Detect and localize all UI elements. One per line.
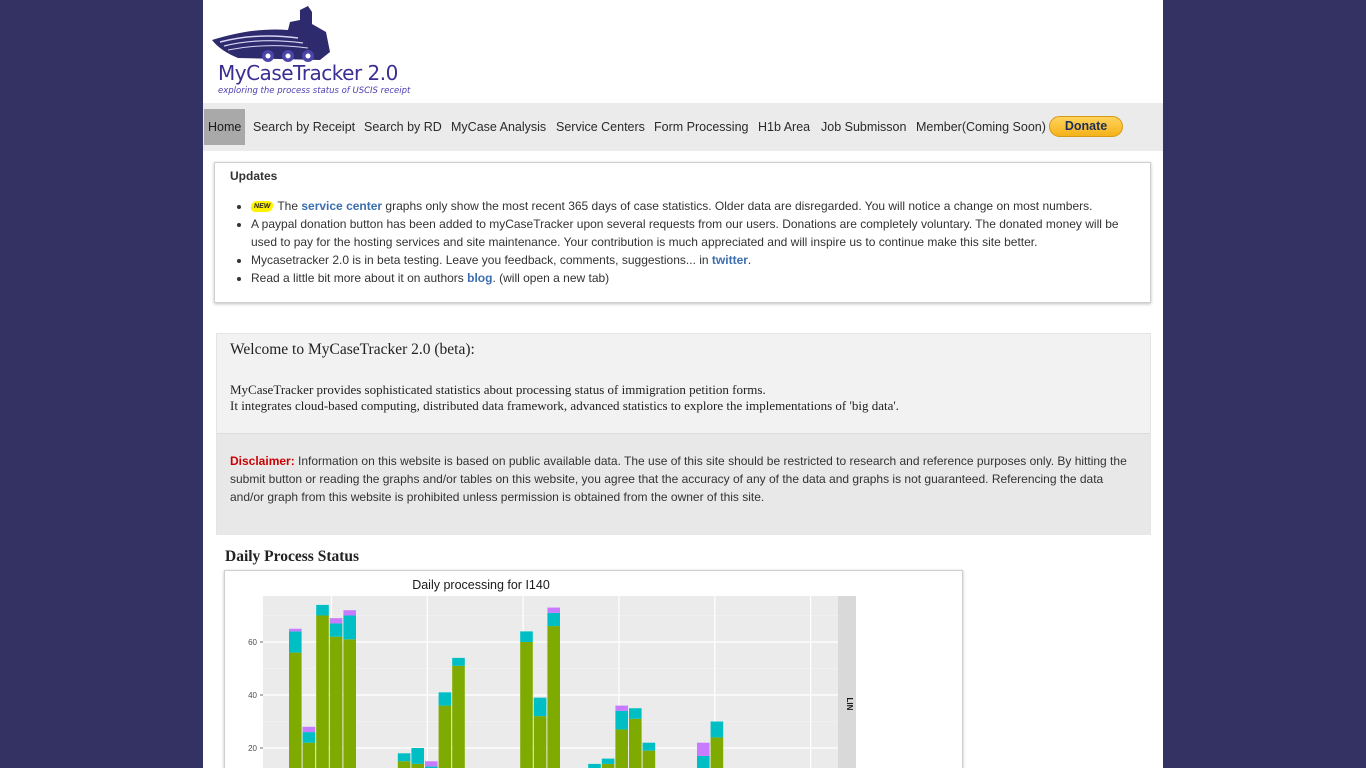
bar-segment-green (601, 763, 615, 768)
list-item: Mycasetracker 2.0 is in beta testing. Le… (251, 251, 1141, 269)
updates-heading: Updates (230, 169, 278, 183)
nav-search-by-rd[interactable]: Search by RD (364, 109, 442, 145)
bar-segment-purple (289, 628, 302, 632)
site-logo[interactable]: MyCaseTracker 2.0 exploring the process … (208, 2, 423, 100)
bar-segment-purple (615, 705, 628, 711)
bar-segment-green (438, 705, 452, 768)
logo-subtitle: exploring the process status of USCIS re… (218, 86, 411, 96)
bar-segment-green (533, 716, 547, 768)
y-tick-label: 40 (248, 691, 257, 700)
bar-segment-green (642, 750, 656, 768)
bar-segment-teal (629, 708, 642, 719)
daily-chart: Daily processing for I140 20 40 60 LIN (248, 578, 856, 768)
bar-segment-teal (547, 612, 560, 627)
disclaimer-text: Information on this website is based on … (230, 454, 1127, 504)
facet-label: LIN (845, 698, 854, 711)
nav-search-by-receipt[interactable]: Search by Receipt (253, 109, 355, 145)
bar-segment-teal (289, 631, 302, 653)
train-logo-icon (212, 6, 330, 62)
welcome-line-1: MyCaseTracker provides sophisticated sta… (230, 382, 766, 397)
bar-segment-purple (302, 726, 316, 733)
welcome-intro: Welcome to MyCaseTracker 2.0 (beta): MyC… (217, 334, 1150, 434)
bar-segment-teal (397, 753, 411, 762)
bar-segment-green (397, 761, 411, 768)
update-text: The (277, 199, 302, 213)
welcome-line-2: It integrates cloud-based computing, dis… (230, 398, 899, 413)
bar-segment-teal (642, 742, 656, 751)
bar-segment-purple (425, 761, 438, 767)
update-text: Read a little bit more about it on autho… (251, 271, 468, 285)
y-tick-label: 20 (248, 744, 257, 753)
bar-segment-teal (411, 748, 424, 764)
bar-segment-green (316, 615, 329, 768)
welcome-panel: Welcome to MyCaseTracker 2.0 (beta): MyC… (216, 333, 1151, 535)
update-text: Mycasetracker 2.0 is in beta testing. Le… (251, 253, 712, 267)
bar-segment-teal (615, 710, 628, 730)
update-text: . (747, 253, 752, 267)
updates-panel: Updates NEWThe service center graphs onl… (214, 162, 1151, 303)
nav-service-centers[interactable]: Service Centers (556, 109, 645, 145)
list-item: Read a little bit more about it on autho… (251, 269, 1141, 287)
nav-home[interactable]: Home (204, 109, 246, 145)
update-text: . (will open a new tab) (492, 271, 610, 285)
new-badge: NEW (250, 201, 275, 212)
bar-segment-teal (588, 763, 601, 768)
welcome-title: Welcome to MyCaseTracker 2.0 (beta): (230, 341, 475, 358)
logo-title: MyCaseTracker 2.0 (218, 61, 398, 85)
bar-segment-green (302, 742, 316, 768)
nav-member[interactable]: Member(Coming Soon) (916, 109, 1046, 145)
bar-segment-purple (343, 610, 356, 616)
bar-segment-teal (329, 623, 343, 637)
list-item: A paypal donation button has been added … (251, 215, 1141, 251)
page-container: MyCaseTracker 2.0 exploring the process … (203, 0, 1163, 768)
bar-segment-teal (316, 604, 329, 616)
facet-strip (838, 596, 856, 768)
bar-segment-green (343, 639, 356, 768)
bar-segment-green (520, 642, 533, 768)
bar-segment-teal (533, 697, 547, 717)
y-tick-label: 60 (248, 638, 257, 647)
bar-segment-green (411, 763, 424, 768)
service-center-link[interactable]: service center (301, 199, 382, 213)
bar-segment-purple (547, 607, 560, 613)
update-text: graphs only show the most recent 365 day… (382, 199, 1093, 213)
nav-job-submission[interactable]: Job Submisson (821, 109, 906, 145)
bar-segment-green (289, 652, 302, 768)
bar-segment-green (547, 626, 560, 768)
list-item: NEWThe service center graphs only show t… (250, 197, 1141, 215)
bar-segment-green (452, 665, 465, 768)
twitter-link[interactable]: twitter (712, 253, 748, 267)
bar-segment-teal (601, 758, 615, 764)
bar-segment-purple (697, 742, 710, 756)
bar-segment-green (615, 729, 628, 768)
updates-list: NEWThe service center graphs only show t… (230, 197, 1141, 287)
bar-segment-teal (710, 721, 724, 738)
bar-segment-teal (520, 631, 533, 642)
bar-segment-teal (452, 657, 465, 666)
bar-segment-teal (697, 755, 710, 768)
chart-title: Daily processing for I140 (412, 578, 550, 592)
bar-segment-teal (302, 732, 316, 743)
daily-process-heading: Daily Process Status (225, 548, 360, 565)
bar-segment-green (629, 718, 642, 768)
welcome-text: MyCaseTracker provides sophisticated sta… (230, 382, 899, 414)
donate-button[interactable]: Donate (1049, 116, 1123, 137)
nav-h1b-area[interactable]: H1b Area (758, 109, 810, 145)
bar-segment-green (329, 636, 343, 768)
blog-link[interactable]: blog (467, 271, 492, 285)
y-axis: 20 40 60 (248, 638, 263, 753)
nav-mycase-analysis[interactable]: MyCase Analysis (451, 109, 546, 145)
bar-segment-purple (329, 618, 343, 624)
disclaimer: Disclaimer: Information on this website … (230, 452, 1135, 506)
disclaimer-label: Disclaimer: (230, 454, 295, 468)
nav-form-processing[interactable]: Form Processing (654, 109, 748, 145)
main-nav: Home Search by Receipt Search by RD MyCa… (203, 103, 1163, 151)
daily-chart-container: Daily processing for I140 20 40 60 LIN (224, 570, 963, 768)
bar-segment-green (710, 737, 724, 768)
bar-segment-teal (343, 615, 356, 640)
disclaimer-section: Disclaimer: Information on this website … (217, 434, 1150, 535)
bar-segment-teal (438, 692, 452, 706)
